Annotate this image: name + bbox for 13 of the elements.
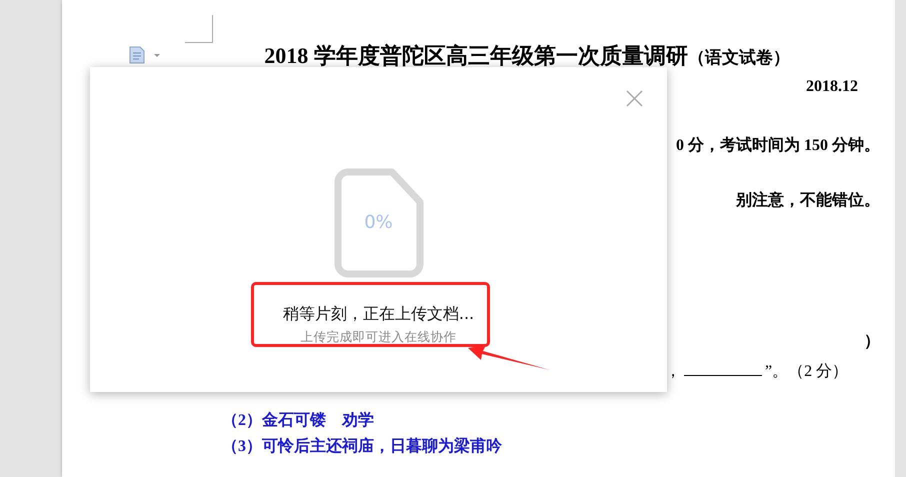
- answer-text: （3）可怜后主还祠庙，日暮聊为梁甫吟: [222, 437, 502, 457]
- upload-hint: 上传完成即可进入在线协作: [300, 329, 456, 346]
- upload-message: 稍等片刻，正在上传文档...: [282, 304, 474, 325]
- question-text: ， ”。（2 分）: [665, 361, 848, 382]
- document-text: 0 分，考试时间为 150 分钟。: [675, 136, 880, 156]
- margin-mark: [185, 15, 213, 43]
- file-icon: [334, 168, 424, 278]
- document-text: 别注意，不能错位。: [734, 191, 880, 211]
- document-date: 2018.12: [806, 78, 858, 96]
- document-title: 2018 学年度普陀区高三年级第一次质量调研（语文试卷）: [263, 42, 791, 70]
- document-text: ）: [863, 332, 880, 352]
- answer-text: （2）金石可镂 劝学: [222, 411, 374, 431]
- close-icon[interactable]: [626, 90, 643, 107]
